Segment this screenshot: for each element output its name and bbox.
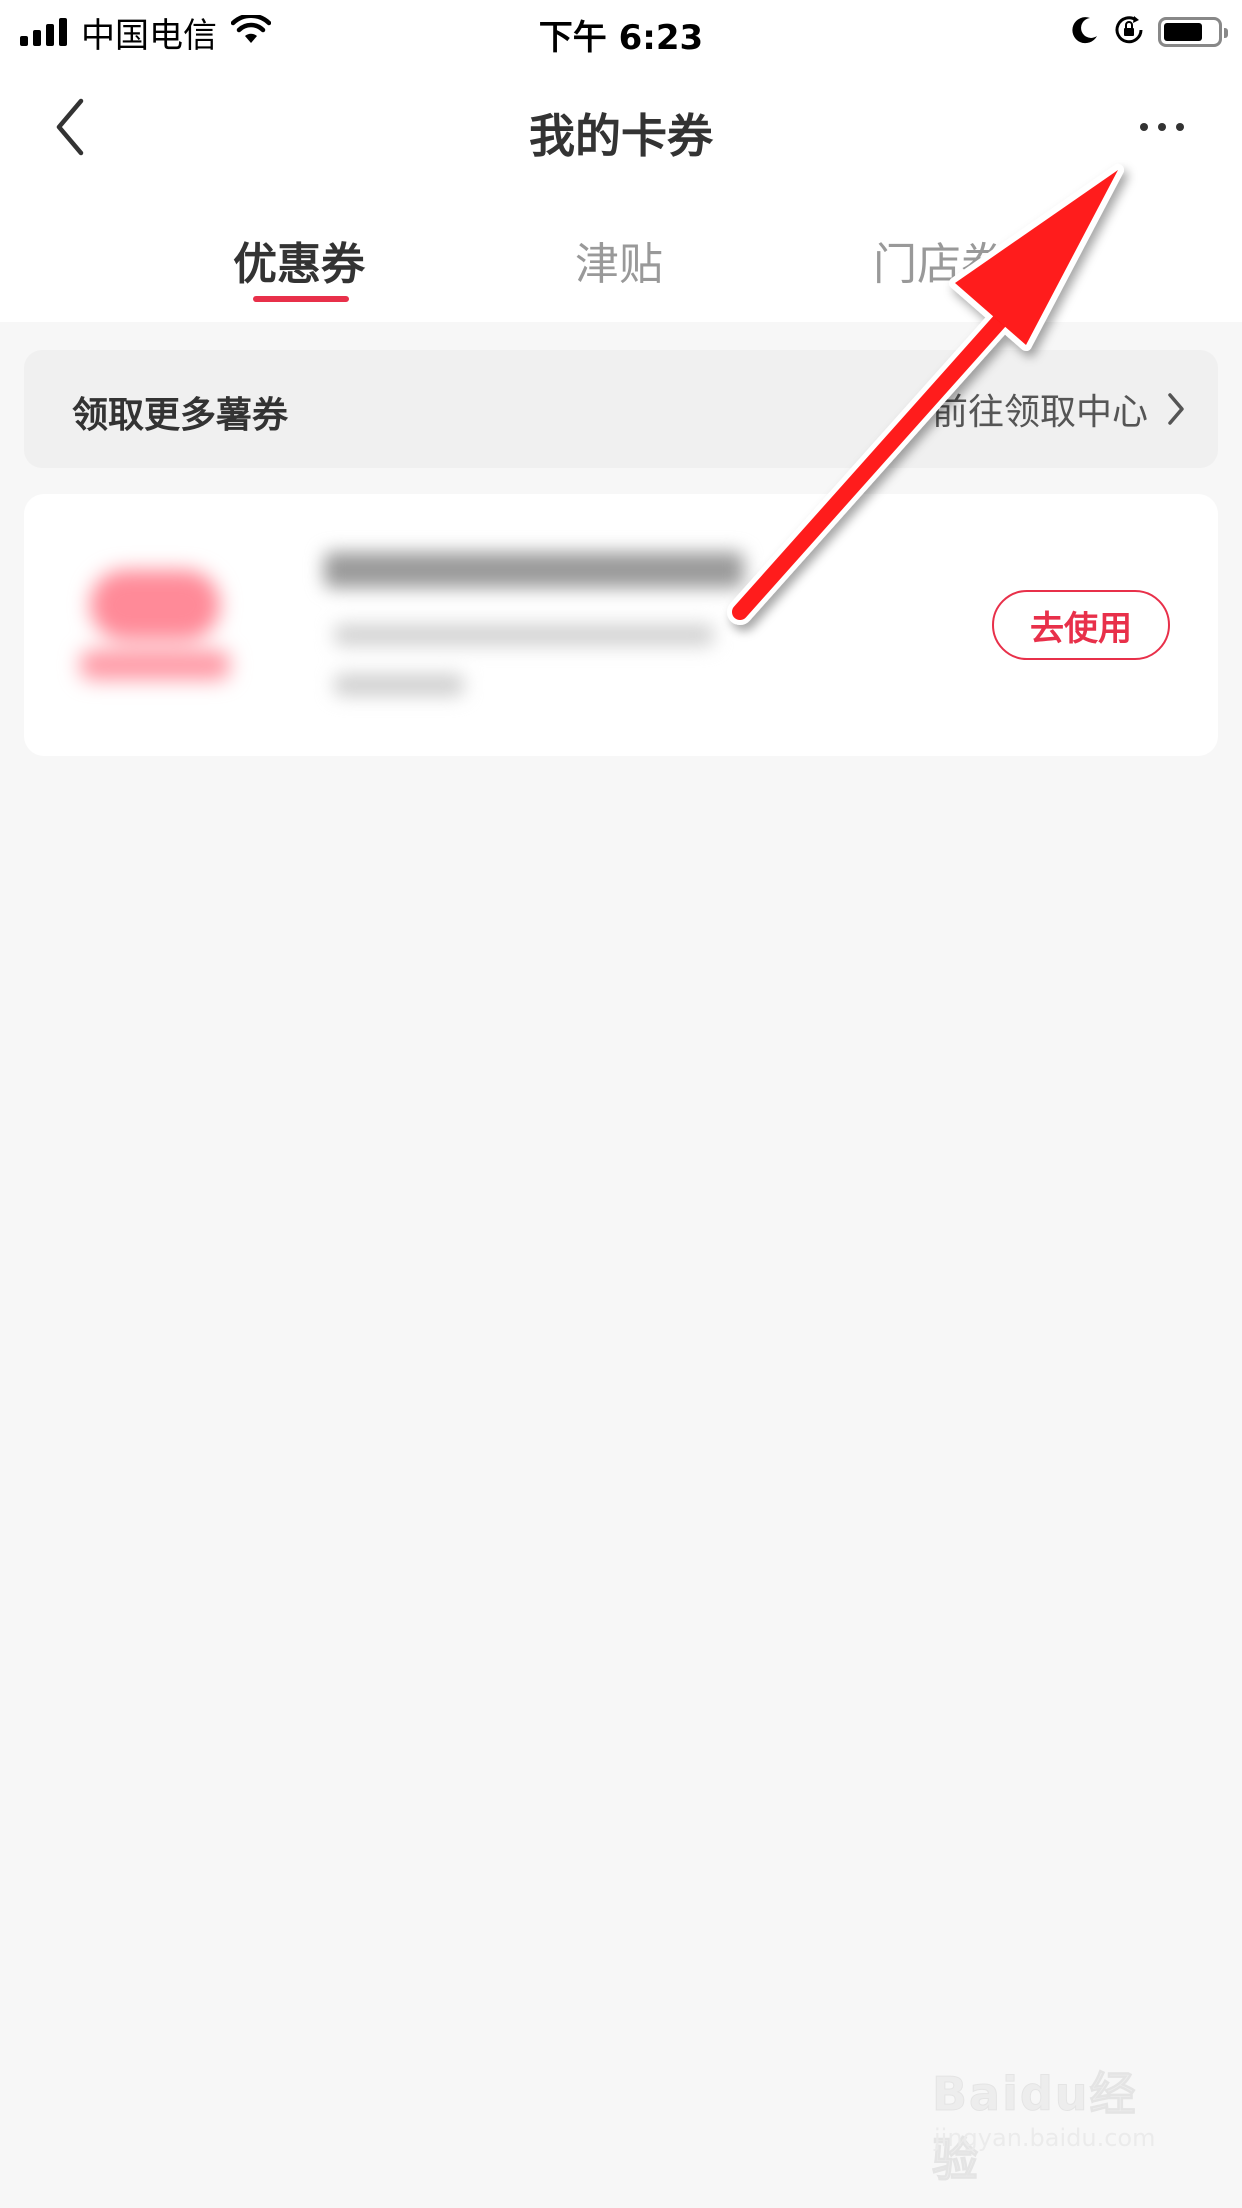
go-to-claim-center-link[interactable]: 前往领取中心 xyxy=(932,382,1186,436)
claim-more-row[interactable]: 领取更多薯券 前往领取中心 xyxy=(24,350,1218,468)
baidu-jingyan-watermark: Baidu经验 jingyan.baidu.com xyxy=(932,2058,1172,2188)
more-dot-icon xyxy=(1158,123,1166,131)
chevron-right-icon xyxy=(1168,393,1184,425)
coupon-thumbnail-blurred xyxy=(70,550,240,700)
watermark-url: jingyan.baidu.com xyxy=(934,2124,1156,2152)
coupon-card: 去使用 xyxy=(24,494,1218,756)
use-coupon-button[interactable]: 去使用 xyxy=(992,590,1170,660)
status-bar: 中国电信 下午 6:23 xyxy=(0,0,1242,62)
coupon-details-blurred xyxy=(304,524,784,724)
more-options-button[interactable] xyxy=(1122,102,1202,152)
do-not-disturb-moon-icon xyxy=(1070,15,1100,49)
rotation-lock-icon xyxy=(1112,13,1146,51)
nav-bar: 我的卡券 xyxy=(0,62,1242,192)
battery-fill xyxy=(1164,23,1203,41)
active-tab-indicator xyxy=(253,296,349,302)
tab-bar: 优惠券 津贴 门店券 xyxy=(0,192,1242,322)
claim-center-link-text: 前往领取中心 xyxy=(931,392,1148,433)
tab-subsidy[interactable]: 津贴 xyxy=(459,228,779,292)
page-title: 我的卡券 xyxy=(529,109,713,163)
tab-store-coupons[interactable]: 门店券 xyxy=(779,228,1099,292)
status-right xyxy=(1070,12,1228,52)
annotation-arrow xyxy=(727,164,1124,625)
battery-nub xyxy=(1224,28,1228,38)
tab-coupons[interactable]: 优惠券 xyxy=(139,228,459,292)
more-dot-icon xyxy=(1176,123,1184,131)
battery-icon xyxy=(1158,17,1228,47)
claim-more-label: 领取更多薯券 xyxy=(72,395,289,436)
status-time: 下午 6:23 xyxy=(538,18,704,58)
more-dot-icon xyxy=(1140,123,1148,131)
